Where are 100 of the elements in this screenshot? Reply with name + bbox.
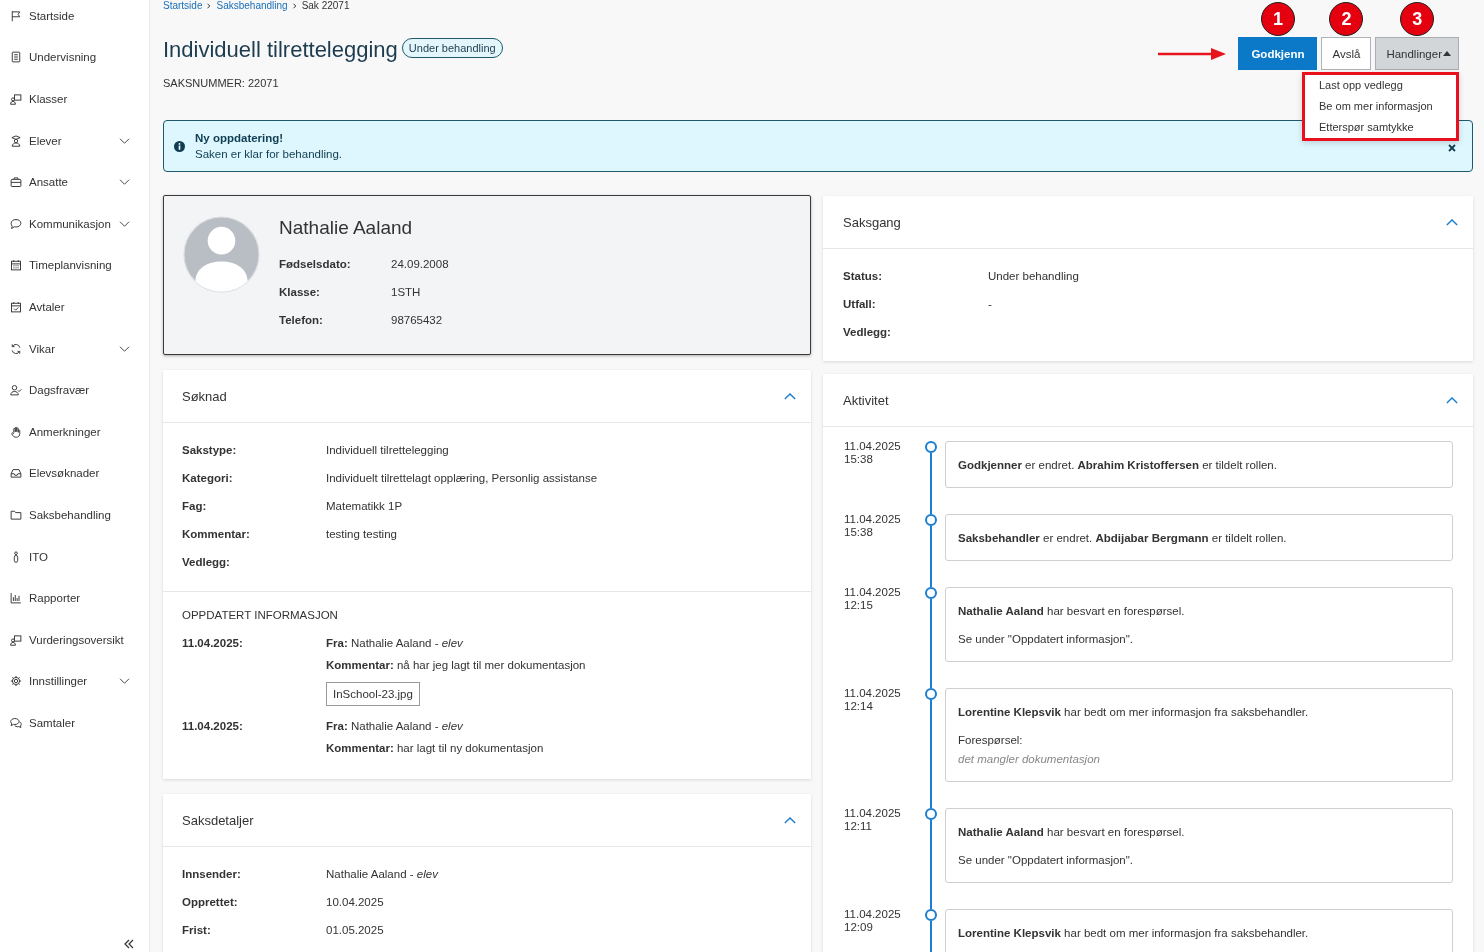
activity-text: Godkjenner er endret. Abrahim Kristoffersen er tildelt rollen. xyxy=(958,458,1278,473)
field-value: 01.05.2025 xyxy=(326,924,384,936)
secondary-button[interactable]: Avslå xyxy=(1321,37,1372,70)
timeline-dot-icon xyxy=(925,514,937,526)
activity-text: Nathalie Aaland har besvart en forespørsel. xyxy=(958,825,1186,840)
field-value: testing testing xyxy=(326,528,397,540)
activity-text: Lorentine Klepsvik har bedt om mer informasjon fra saksbehandler. xyxy=(958,926,1310,941)
section-heading: OPPDATERT INFORMASJON xyxy=(182,608,339,623)
attachment-link[interactable]: InSchool-23.jpg xyxy=(326,682,420,706)
nav-item[interactable]: Startside xyxy=(0,0,149,37)
activity-time: 12:09 xyxy=(844,921,874,934)
nav-item[interactable]: Avtaler xyxy=(0,286,149,328)
flag-icon xyxy=(10,9,22,22)
nav-item[interactable]: Undervisning xyxy=(0,36,149,79)
breadcrumb-current: Sak 22071 xyxy=(301,0,350,12)
bar-chart-icon xyxy=(10,592,22,605)
page-title: Individuell tilrettelegging xyxy=(163,37,398,63)
field-label: Klasse: xyxy=(279,286,321,298)
activity-note: Se under "Oppdatert informasjon". xyxy=(958,632,1134,647)
field-label: Fag: xyxy=(182,500,208,512)
activity-date: 11.04.2025 xyxy=(844,908,902,921)
field-label: Sakstype: xyxy=(182,444,238,456)
timeline-dot-icon xyxy=(925,587,937,599)
field-label: Opprettet: xyxy=(182,896,239,908)
nav-item[interactable]: Kommunikasjon xyxy=(0,202,149,245)
activity-date: 11.04.2025 xyxy=(844,586,902,599)
activity-time: 15:38 xyxy=(844,453,874,466)
update-date: 11.04.2025: xyxy=(182,719,244,734)
activity-time: 12:11 xyxy=(844,820,873,833)
panel-title: Saksgang xyxy=(843,214,901,230)
activity-date: 11.04.2025 xyxy=(844,440,902,453)
field-label: Vedlegg: xyxy=(843,326,892,338)
graduate-icon xyxy=(10,134,22,147)
timeline-dot-icon xyxy=(925,441,937,453)
field-label: Telefon: xyxy=(279,314,324,326)
inbox-icon xyxy=(10,467,22,480)
nav-item[interactable]: Vikar xyxy=(0,327,149,370)
field-value: Nathalie Aaland - elev xyxy=(326,868,438,880)
nav-item[interactable]: Timeplanvisning xyxy=(0,244,149,287)
avatar-icon xyxy=(183,216,260,293)
chevron-up-icon[interactable] xyxy=(1446,396,1458,404)
step-number-marker: 1 xyxy=(1260,2,1295,36)
chevron-up-icon[interactable] xyxy=(784,392,796,400)
nav-item[interactable]: ITO xyxy=(0,535,149,578)
update-comment: Kommentar: har lagt til ny dokumentasjon xyxy=(326,741,544,756)
nav-item[interactable]: Ansatte xyxy=(0,161,149,203)
nav-item[interactable]: Elevsøknader xyxy=(0,452,149,495)
speech-bubble-icon xyxy=(10,217,22,230)
chevron-up-icon[interactable] xyxy=(1446,218,1458,226)
nav-item[interactable]: Vurderingsoversikt xyxy=(0,618,149,661)
request-label: Forespørsel: xyxy=(958,733,1024,748)
field-value: Under behandling xyxy=(988,270,1079,282)
breadcrumb-link[interactable]: Startside xyxy=(163,0,203,12)
field-label: Kommentar: xyxy=(182,528,251,540)
nav-item[interactable]: Samtaler xyxy=(0,702,149,744)
activity-time: 15:38 xyxy=(844,526,874,539)
request-text: det mangler dokumentasjon xyxy=(958,752,1101,767)
panel-title: Søknad xyxy=(182,388,227,404)
activity-text: Saksbehandler er endret. Abdijabar Bergmann er tildelt rollen. xyxy=(958,531,1288,546)
nav-item[interactable]: Dagsfravær xyxy=(0,369,149,411)
timeline-dot-icon xyxy=(925,808,937,820)
menu-item[interactable]: Etterspør samtykke xyxy=(1305,117,1456,138)
alert-message: Saken er klar for behandling. xyxy=(195,147,343,162)
update-sender: Fra: Nathalie Aaland - elev xyxy=(326,636,463,651)
step-number-marker: 3 xyxy=(1400,2,1435,36)
calendar-check-icon xyxy=(10,300,22,313)
document-icon xyxy=(10,51,22,64)
field-label: Kategori: xyxy=(182,472,234,484)
chevron-up-icon[interactable] xyxy=(784,816,796,824)
nav-item[interactable]: Elever xyxy=(0,119,149,162)
update-sender: Fra: Nathalie Aaland - elev xyxy=(326,719,463,734)
close-icon[interactable] xyxy=(1448,144,1456,152)
field-value: Individuelt tilrettelagt opplæring, Personlig assistanse xyxy=(326,472,598,484)
nav-item[interactable]: Anmerkninger xyxy=(0,410,149,453)
refresh-icon xyxy=(10,342,22,355)
folder-icon xyxy=(10,508,22,521)
dropdown-button[interactable]: Handlinger xyxy=(1375,37,1459,70)
timeline-line xyxy=(930,526,932,587)
timeline-dot-icon xyxy=(925,688,937,700)
hand-icon xyxy=(10,425,22,438)
chat-bubbles-icon xyxy=(10,716,22,729)
activity-text: Nathalie Aaland har besvart en forespørsel. xyxy=(958,604,1186,619)
update-comment: Kommentar: nå har jeg lagt til mer dokumentasjon xyxy=(326,658,586,673)
chevron-right-icon xyxy=(291,3,298,9)
timeline-line xyxy=(930,453,932,514)
collapse-icon[interactable] xyxy=(123,939,135,949)
field-value: 1STH xyxy=(391,286,421,298)
timeline-dot-icon xyxy=(925,909,937,921)
teacher-board-icon xyxy=(10,633,22,646)
breadcrumb-link[interactable]: Saksbehandling xyxy=(216,0,288,12)
menu-item[interactable]: Be om mer informasjon xyxy=(1305,96,1456,117)
activity-date: 11.04.2025 xyxy=(844,687,902,700)
nav-item[interactable]: Klasser xyxy=(0,78,149,120)
field-label: Utfall: xyxy=(843,298,877,310)
nav-item[interactable]: Saksbehandling xyxy=(0,494,149,536)
primary-button[interactable]: Godkjenn xyxy=(1238,37,1318,70)
nav-item[interactable]: Innstillinger xyxy=(0,660,149,703)
menu-item[interactable]: Last opp vedlegg xyxy=(1305,75,1456,96)
nav-item[interactable]: Rapporter xyxy=(0,577,149,619)
field-label: Frist: xyxy=(182,924,212,936)
